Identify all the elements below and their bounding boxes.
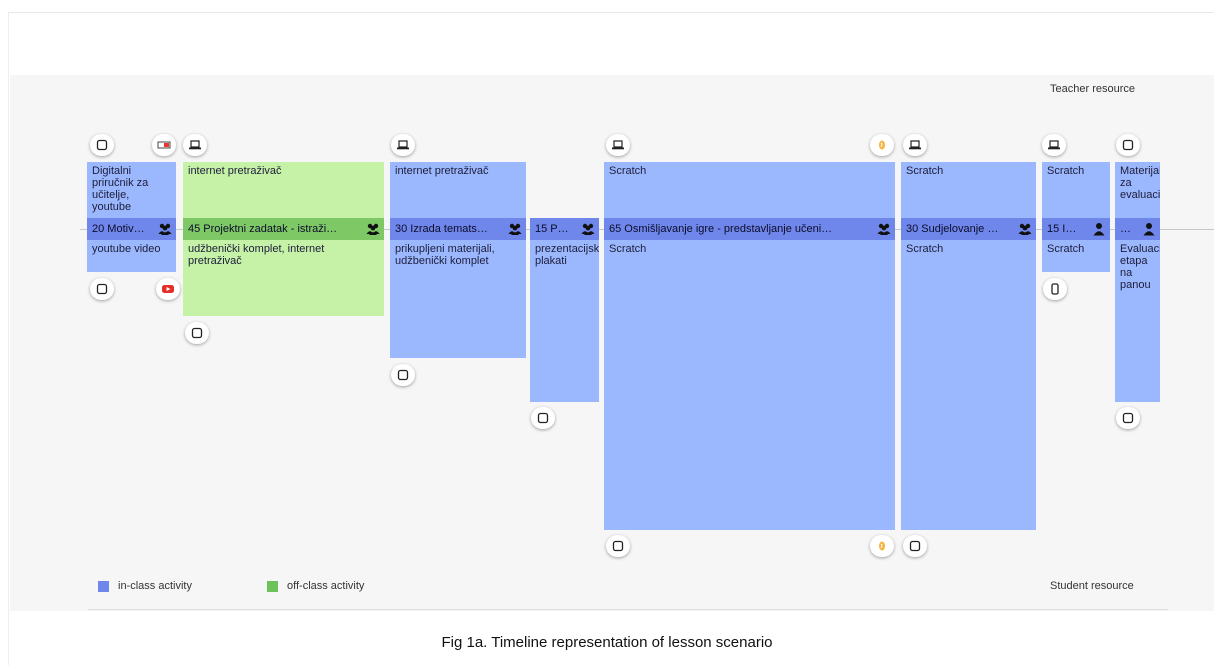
laptop-icon[interactable]: [183, 134, 207, 156]
group-icon: [581, 222, 595, 236]
activity-bar[interactable]: 15 I…: [1042, 218, 1110, 240]
activity-bar[interactable]: 15 P…: [530, 218, 599, 240]
caption-divider: [88, 609, 1168, 610]
phone-icon[interactable]: [1043, 278, 1067, 300]
activity-label: 15 I…: [1047, 223, 1077, 235]
tablet-icon[interactable]: [903, 535, 927, 557]
activity-bar[interactable]: 20 Motiv…: [87, 218, 176, 240]
activity-label: 20 Motiv…: [92, 223, 145, 235]
person-icon: [1142, 222, 1156, 236]
student-resource-label: Student resource: [1050, 580, 1134, 592]
tablet-icon[interactable]: [1116, 407, 1140, 429]
legend-off-class-swatch: [267, 581, 278, 592]
tablet-icon[interactable]: [1116, 134, 1140, 156]
teacher-resource-label: Teacher resource: [1050, 83, 1135, 95]
legend-in-class-swatch: [98, 581, 109, 592]
student-resource-box: prezentacijski plakati: [530, 240, 599, 402]
legend-in-class-label: in-class activity: [118, 580, 192, 592]
group-icon: [1018, 222, 1032, 236]
activity-label: 65 Osmišljavanje igre - predstavljanje u…: [609, 223, 833, 235]
student-resource-box: Scratch: [901, 240, 1036, 530]
laptop-icon[interactable]: [391, 134, 415, 156]
activity-bar[interactable]: 30 Sudjelovanje …: [901, 218, 1036, 240]
student-resource-box: Scratch: [1042, 240, 1110, 272]
teacher-resource-box: internet pretraživač: [183, 162, 384, 218]
laptop-icon[interactable]: [903, 134, 927, 156]
laptop-icon[interactable]: [1042, 134, 1066, 156]
tablet-icon[interactable]: [90, 134, 114, 156]
student-resource-box: prikupljeni materijali, udžbenički kompl…: [390, 240, 526, 358]
teacher-resource-box: Digitalni priručnik za učitelje, youtube: [87, 162, 176, 218]
activity-bar[interactable]: …: [1115, 218, 1160, 240]
tablet-icon[interactable]: [531, 407, 555, 429]
teacher-resource-box: internet pretraživač: [390, 162, 526, 218]
tablet-icon[interactable]: [606, 535, 630, 557]
student-resource-box: Evaluacija etapa na panou: [1115, 240, 1160, 402]
teacher-resource-box: Materijal za evaluaciju: [1115, 162, 1160, 218]
scratch-icon[interactable]: [870, 134, 894, 156]
figure-caption: Fig 1a. Timeline representation of lesso…: [441, 634, 773, 651]
student-resource-box: Scratch: [604, 240, 895, 530]
youtube-icon[interactable]: [156, 278, 180, 300]
activity-label: 30 Izrada temats…: [395, 223, 488, 235]
activity-bar[interactable]: 30 Izrada temats…: [390, 218, 526, 240]
group-icon: [366, 222, 380, 236]
activity-label: 15 P…: [535, 223, 569, 235]
scratch-icon[interactable]: [870, 535, 894, 557]
group-icon: [877, 222, 891, 236]
laptop-icon[interactable]: [606, 134, 630, 156]
group-icon: [158, 222, 172, 236]
activity-label: 30 Sudjelovanje …: [906, 223, 999, 235]
tablet-icon[interactable]: [90, 278, 114, 300]
teacher-resource-box: Scratch: [901, 162, 1036, 218]
student-resource-box: udžbenički komplet, internet pretraživač: [183, 240, 384, 316]
tablet-icon[interactable]: [185, 322, 209, 344]
activity-label: 45 Projektni zadatak - istraži…: [188, 223, 338, 235]
activity-bar[interactable]: 45 Projektni zadatak - istraži…: [183, 218, 384, 240]
tablet-icon[interactable]: [391, 364, 415, 386]
activity-bar[interactable]: 65 Osmišljavanje igre - predstavljanje u…: [604, 218, 895, 240]
teacher-resource-box: Scratch: [604, 162, 895, 218]
group-icon: [508, 222, 522, 236]
student-resource-box: youtube video: [87, 240, 176, 272]
legend-off-class-label: off-class activity: [287, 580, 365, 592]
person-icon: [1092, 222, 1106, 236]
teacher-resource-box: Scratch: [1042, 162, 1110, 218]
activity-label: …: [1120, 223, 1131, 235]
video-icon[interactable]: [152, 134, 176, 156]
